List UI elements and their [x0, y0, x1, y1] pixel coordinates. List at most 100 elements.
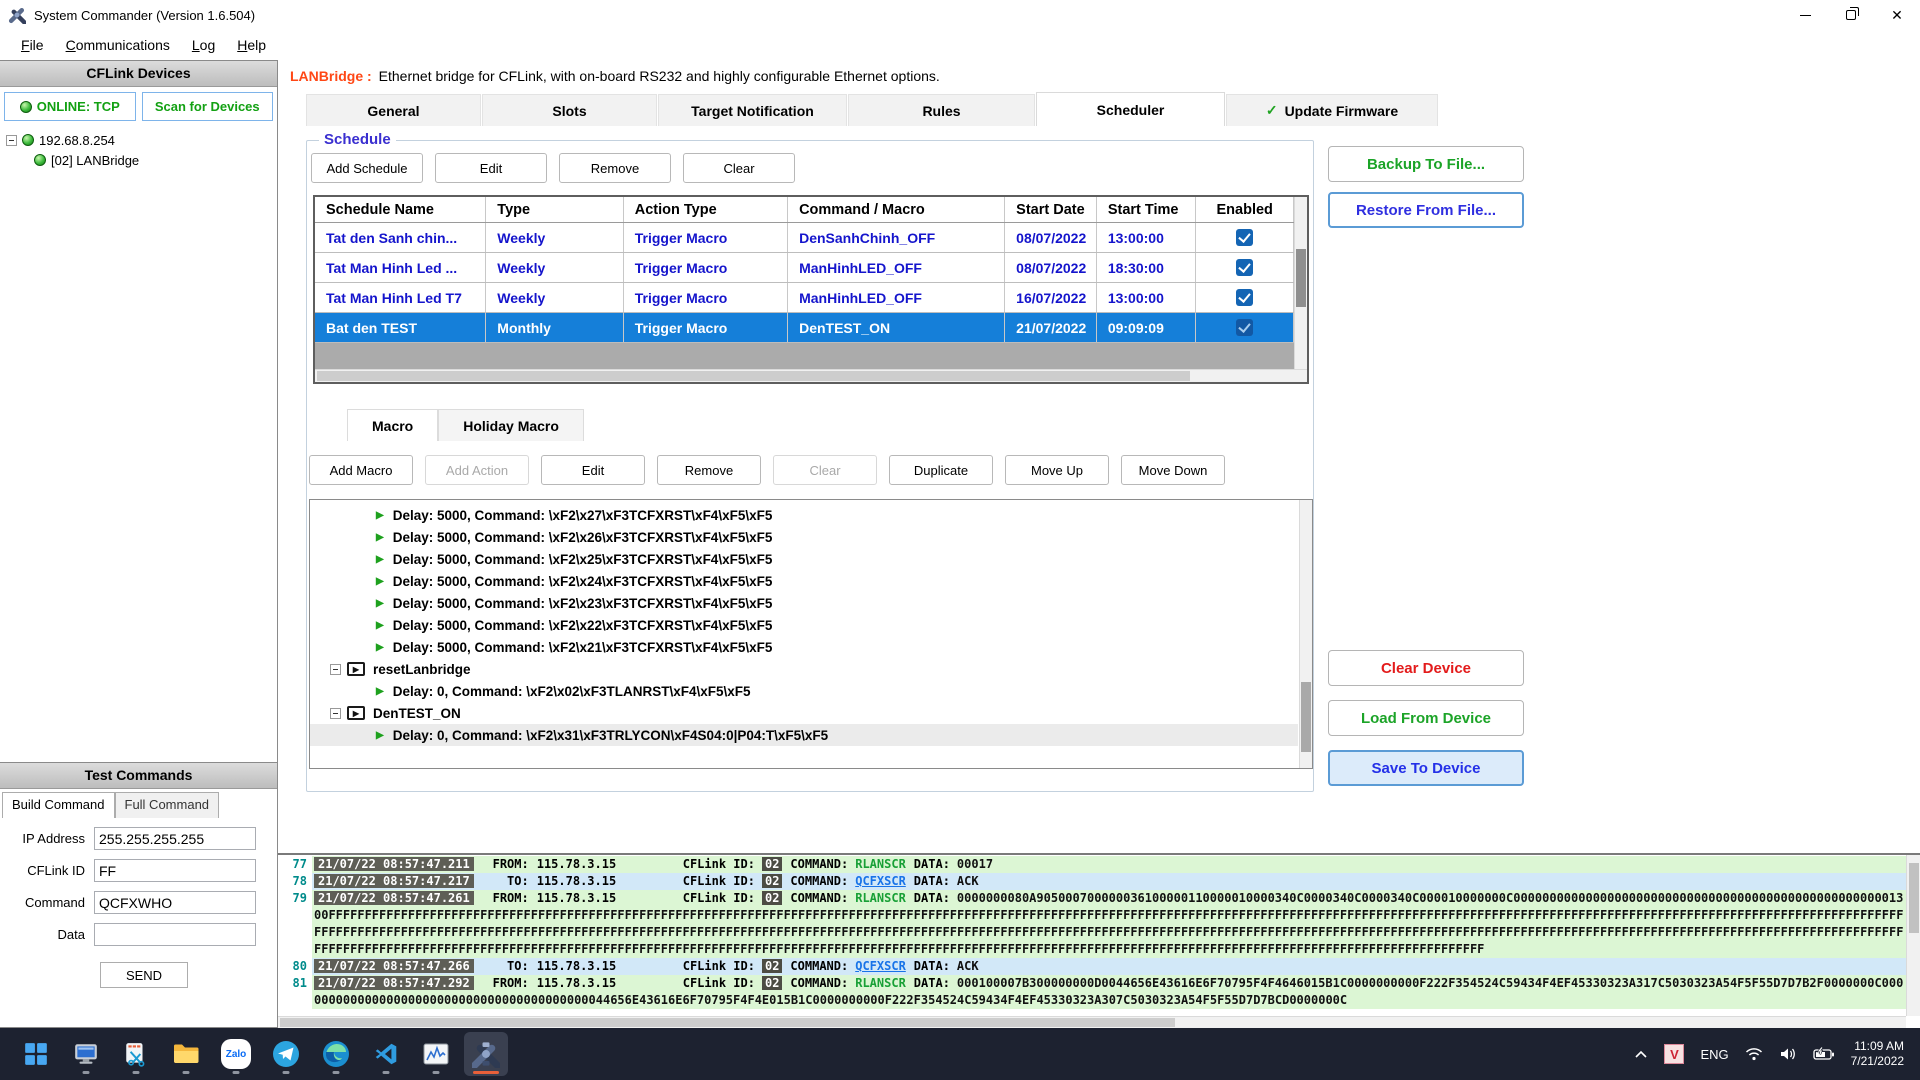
clear-device-button[interactable]: Clear Device — [1328, 650, 1524, 686]
device-tree-child[interactable]: [02] LANBridge — [34, 150, 271, 170]
log-entry[interactable]: 7921/07/22 08:57:47.261FROM:115.78.3.15C… — [278, 890, 1906, 958]
duplicate-button[interactable]: Duplicate — [889, 455, 993, 485]
macro-tree-item[interactable]: ▶DenTEST_ON — [310, 702, 1298, 724]
log-entry[interactable]: 8121/07/22 08:57:47.292FROM:115.78.3.15C… — [278, 975, 1906, 1009]
taskbar-snipping-tool-icon[interactable] — [114, 1032, 158, 1076]
online-status-button[interactable]: ONLINE: TCP — [4, 92, 136, 121]
menu-log[interactable]: Log — [181, 33, 226, 57]
menu-file[interactable]: File — [10, 33, 55, 57]
add-macro-button[interactable]: Add Macro — [309, 455, 413, 485]
clock[interactable]: 11:09 AM 7/21/2022 — [1851, 1039, 1904, 1069]
log-command-value: QCFXSCR — [855, 874, 906, 888]
tab-general[interactable]: General — [306, 94, 481, 126]
tray-chevron-up-icon[interactable] — [1634, 1049, 1648, 1059]
macro-tree-item[interactable]: ▶Delay: 0, Command: \xF2\x02\xF3TLANRST\… — [310, 680, 1298, 702]
enabled-checkbox[interactable] — [1236, 319, 1253, 336]
macro-tree-item[interactable]: ▶Delay: 5000, Command: \xF2\x23\xF3TCFXR… — [310, 592, 1298, 614]
command-input[interactable] — [94, 891, 256, 914]
load-from-device-button[interactable]: Load From Device — [1328, 700, 1524, 736]
move-up-button[interactable]: Move Up — [1005, 455, 1109, 485]
tab-update-firmware[interactable]: ✓Update Firmware — [1226, 94, 1438, 126]
volume-icon[interactable] — [1779, 1047, 1797, 1061]
macro-tree-item[interactable]: ▶Delay: 5000, Command: \xF2\x26\xF3TCFXR… — [310, 526, 1298, 548]
macro-tree-item[interactable]: ▶Delay: 0, Command: \xF2\x31\xF3TRLYCON\… — [310, 724, 1298, 746]
taskbar-edge-icon[interactable] — [314, 1032, 358, 1076]
add-schedule-button[interactable]: Add Schedule — [311, 153, 423, 183]
edit-button[interactable]: Edit — [435, 153, 547, 183]
save-to-device-button[interactable]: Save To Device — [1328, 750, 1524, 786]
device-tree-root[interactable]: 192.68.8.254 — [6, 130, 271, 150]
log-data-value: ACK — [957, 874, 979, 888]
schedule-group: Schedule Add ScheduleEditRemoveClear Sch… — [306, 140, 1314, 792]
enabled-checkbox[interactable] — [1236, 289, 1253, 306]
schedule-row[interactable]: Bat den TESTMonthlyTrigger MacroDenTEST_… — [315, 313, 1294, 343]
ime-icon[interactable]: V — [1664, 1044, 1684, 1064]
add-action-button[interactable]: Add Action — [425, 455, 529, 485]
send-button[interactable]: SEND — [100, 962, 188, 988]
macro-tab-holiday-macro[interactable]: Holiday Macro — [438, 409, 584, 441]
enabled-checkbox[interactable] — [1236, 229, 1253, 246]
collapse-icon[interactable] — [330, 664, 341, 675]
collapse-icon[interactable] — [6, 135, 17, 146]
clear-button[interactable]: Clear — [773, 455, 877, 485]
tab-target-notification[interactable]: Target Notification — [658, 94, 847, 126]
schedule-cell-start-time: 13:00:00 — [1097, 283, 1197, 312]
taskbar-vscode-icon[interactable] — [364, 1032, 408, 1076]
menu-help[interactable]: Help — [226, 33, 277, 57]
log-vertical-scrollbar[interactable] — [1906, 855, 1920, 1016]
collapse-icon[interactable] — [330, 708, 341, 719]
taskbar-telegram-icon[interactable] — [264, 1032, 308, 1076]
backup-to-file-button[interactable]: Backup To File... — [1328, 146, 1524, 182]
battery-icon[interactable] — [1813, 1047, 1835, 1061]
maximize-button[interactable] — [1828, 0, 1874, 30]
schedule-row[interactable]: Tat den Sanh chin...WeeklyTrigger MacroD… — [315, 223, 1294, 253]
taskbar-terminal-icon[interactable] — [64, 1032, 108, 1076]
macro-tree-item[interactable]: ▶Delay: 5000, Command: \xF2\x24\xF3TCFXR… — [310, 570, 1298, 592]
move-down-button[interactable]: Move Down — [1121, 455, 1225, 485]
close-button[interactable]: ✕ — [1874, 0, 1920, 30]
menu-communications[interactable]: Communications — [55, 33, 181, 57]
taskbar-zalo-icon[interactable]: Zalo — [214, 1032, 258, 1076]
schedule-table-horizontal-scrollbar[interactable] — [315, 369, 1307, 382]
taskbar-system-monitor-icon[interactable] — [414, 1032, 458, 1076]
clear-button[interactable]: Clear — [683, 153, 795, 183]
log-cflink-id: 02 — [762, 959, 782, 973]
taskbar-file-explorer-icon[interactable] — [164, 1032, 208, 1076]
online-status-label: ONLINE: TCP — [37, 99, 120, 114]
taskbar-system-commander-icon[interactable] — [464, 1032, 508, 1076]
tab-label: Update Firmware — [1285, 103, 1399, 119]
restore-from-file-button[interactable]: Restore From File... — [1328, 192, 1524, 228]
test-tab-full-command[interactable]: Full Command — [115, 792, 220, 818]
scan-for-devices-button[interactable]: Scan for Devices — [142, 92, 274, 121]
schedule-row[interactable]: Tat Man Hinh Led T7WeeklyTrigger MacroMa… — [315, 283, 1294, 313]
tab-rules[interactable]: Rules — [848, 94, 1035, 126]
macro-tree-scrollbar[interactable] — [1299, 500, 1312, 768]
macro-tree-item[interactable]: ▶Delay: 5000, Command: \xF2\x25\xF3TCFXR… — [310, 548, 1298, 570]
macro-tree-item[interactable]: ▶Delay: 5000, Command: \xF2\x21\xF3TCFXR… — [310, 636, 1298, 658]
cflink-id-input[interactable] — [94, 859, 256, 882]
language-indicator[interactable]: ENG — [1700, 1047, 1728, 1062]
enabled-checkbox[interactable] — [1236, 259, 1253, 276]
test-tab-build-command[interactable]: Build Command — [2, 792, 115, 818]
log-entry[interactable]: 7721/07/22 08:57:47.211FROM:115.78.3.15C… — [278, 856, 1906, 873]
log-entry[interactable]: 8021/07/22 08:57:47.266TO:115.78.3.15CFL… — [278, 958, 1906, 975]
schedule-table-vertical-scrollbar[interactable] — [1294, 197, 1307, 369]
ip-address-input[interactable] — [94, 827, 256, 850]
remove-button[interactable]: Remove — [559, 153, 671, 183]
macro-tab-macro[interactable]: Macro — [347, 409, 438, 441]
taskbar-start-icon[interactable] — [14, 1032, 58, 1076]
log-entry[interactable]: 7821/07/22 08:57:47.217TO:115.78.3.15CFL… — [278, 873, 1906, 890]
tab-label: Slots — [552, 103, 586, 119]
macro-tree-item[interactable]: ▶Delay: 5000, Command: \xF2\x22\xF3TCFXR… — [310, 614, 1298, 636]
data-input[interactable] — [94, 923, 256, 946]
remove-button[interactable]: Remove — [657, 455, 761, 485]
schedule-row[interactable]: Tat Man Hinh Led ...WeeklyTrigger MacroM… — [315, 253, 1294, 283]
tab-scheduler[interactable]: Scheduler — [1036, 92, 1225, 126]
wifi-icon[interactable] — [1745, 1047, 1763, 1061]
macro-tree-item[interactable]: ▶Delay: 5000, Command: \xF2\x27\xF3TCFXR… — [310, 504, 1298, 526]
tab-slots[interactable]: Slots — [482, 94, 657, 126]
log-horizontal-scrollbar[interactable] — [278, 1016, 1906, 1028]
edit-button[interactable]: Edit — [541, 455, 645, 485]
minimize-button[interactable] — [1782, 0, 1828, 30]
macro-tree-item[interactable]: ▶resetLanbridge — [310, 658, 1298, 680]
